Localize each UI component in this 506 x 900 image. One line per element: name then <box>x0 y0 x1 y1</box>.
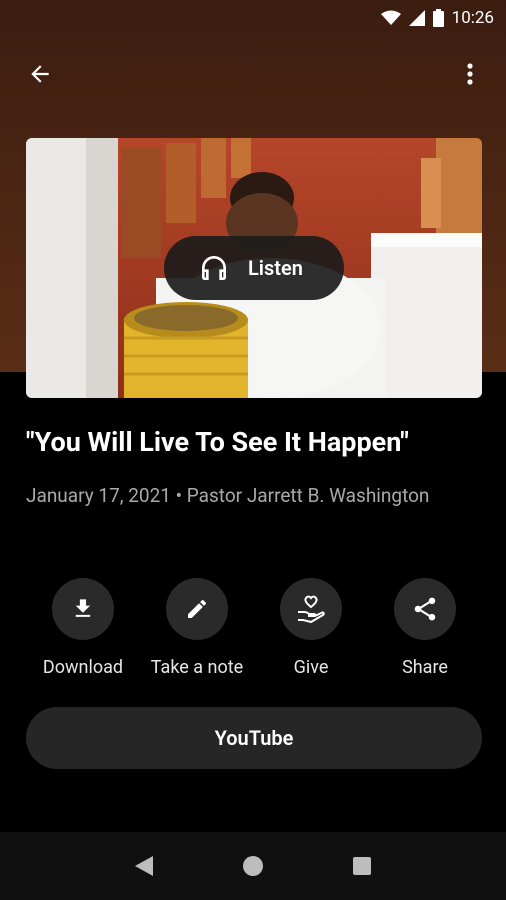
system-nav-bar <box>0 832 506 900</box>
wifi-icon <box>380 10 401 26</box>
more-vert-icon <box>467 63 473 85</box>
give-label: Give <box>293 657 329 678</box>
headphones-icon <box>202 256 226 280</box>
take-note-button[interactable] <box>166 578 228 640</box>
status-bar: 10:26 <box>0 0 506 36</box>
share-button[interactable] <box>394 578 456 640</box>
action-row: Download Take a note Give Share <box>26 578 482 678</box>
nav-recents-icon <box>352 857 371 875</box>
more-options-button[interactable] <box>452 56 488 92</box>
share-label: Share <box>402 657 448 678</box>
nav-back-button[interactable] <box>124 846 164 886</box>
battery-icon <box>432 9 444 27</box>
sermon-title: "You Will Live To See It Happen" <box>26 426 409 458</box>
take-note-action[interactable]: Take a note <box>137 578 257 678</box>
give-button[interactable] <box>280 578 342 640</box>
give-hand-heart-icon <box>298 595 325 623</box>
download-button[interactable] <box>52 578 114 640</box>
listen-label: Listen <box>248 256 303 280</box>
download-icon <box>75 599 91 617</box>
download-action[interactable]: Download <box>23 578 143 678</box>
cell-signal-icon <box>408 10 425 26</box>
nav-recents-button[interactable] <box>342 846 382 886</box>
youtube-button[interactable]: YouTube <box>26 707 482 769</box>
pencil-icon <box>188 599 207 618</box>
nav-home-button[interactable] <box>233 846 273 886</box>
back-button[interactable] <box>22 56 58 92</box>
status-time: 10:26 <box>451 8 494 28</box>
take-note-label: Take a note <box>150 657 244 678</box>
listen-button[interactable]: Listen <box>164 236 344 300</box>
back-arrow-icon <box>31 65 49 83</box>
give-action[interactable]: Give <box>251 578 371 678</box>
share-action[interactable]: Share <box>365 578 485 678</box>
sermon-meta: January 17, 2021 • Pastor Jarrett B. Was… <box>26 484 430 507</box>
share-icon <box>414 597 436 621</box>
nav-back-icon <box>135 856 154 876</box>
toolbar <box>0 48 506 100</box>
download-label: Download <box>42 657 124 678</box>
nav-home-icon <box>242 856 263 876</box>
